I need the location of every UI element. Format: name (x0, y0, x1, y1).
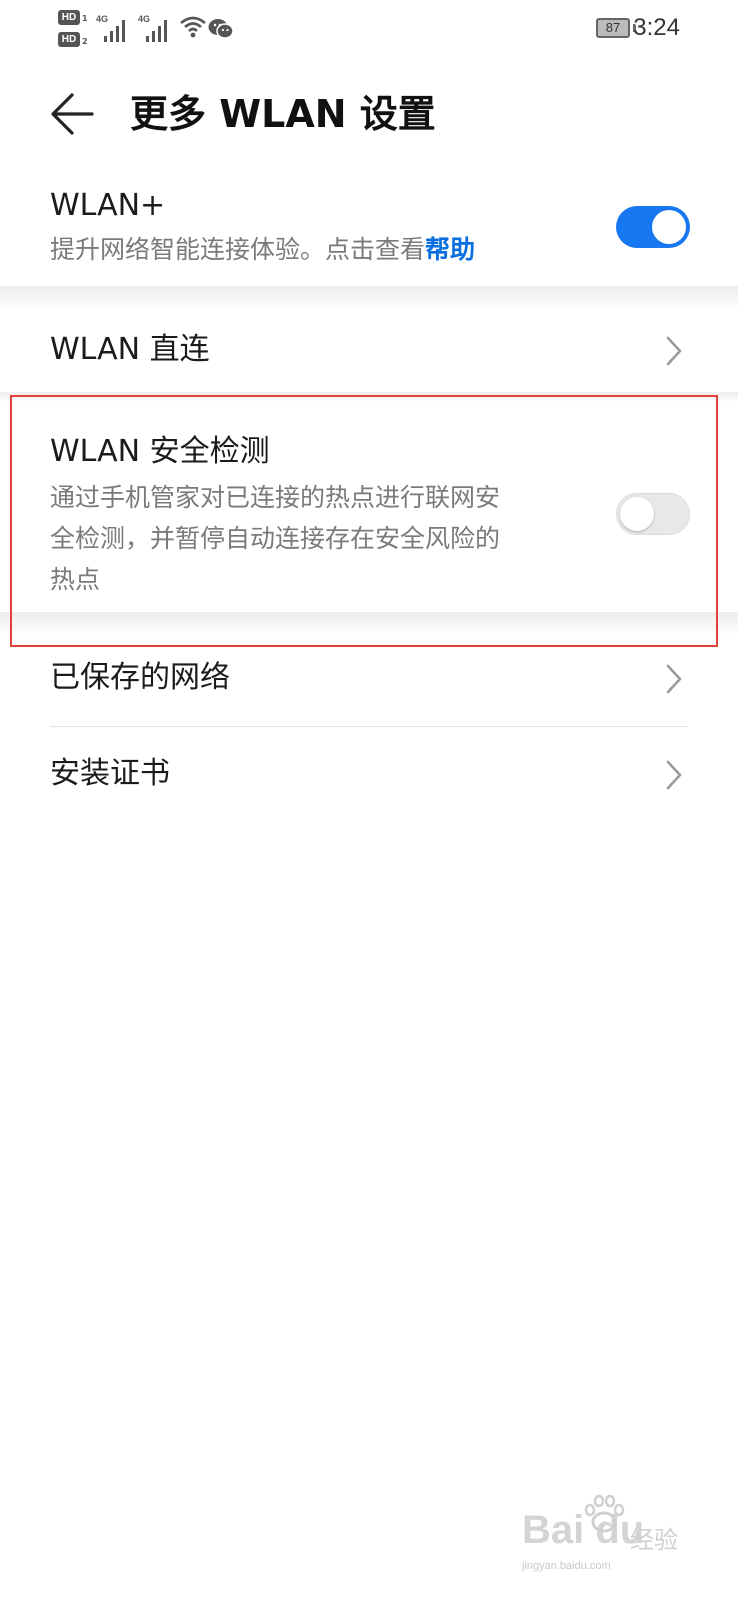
hd1-badge: HD (58, 10, 80, 25)
hd2-badge: HD (58, 32, 80, 47)
wlan-plus-title: WLAN+ (50, 188, 166, 223)
signal-icon (104, 20, 125, 42)
battery-icon: 87 (596, 18, 630, 38)
wlan-direct-title: WLAN 直连 (50, 332, 210, 367)
chevron-right-icon (666, 336, 682, 366)
app-header: 更多 WLAN 设置 (0, 70, 738, 158)
signal-icon (146, 20, 167, 42)
sim2-signal: 4G (138, 14, 174, 46)
wlan-security-title: WLAN 安全检测 (50, 434, 270, 469)
baidu-watermark: Bai du 经验 jingyan.baidu.com (522, 1494, 702, 1584)
hd1-number: 1 (82, 14, 88, 23)
status-bar: HD 1 HD 2 4G 4G 87 3:24 (0, 0, 738, 56)
watermark-url: jingyan.baidu.com (522, 1560, 611, 1572)
screen: HD 1 HD 2 4G 4G 87 3:24 更多 WLAN 设置 WLAN+… (0, 0, 738, 1600)
watermark-text: 经验 (630, 1526, 678, 1554)
row-divider (50, 726, 688, 727)
hd2-number: 2 (82, 37, 88, 46)
chevron-right-icon (666, 760, 682, 790)
chevron-right-icon (666, 664, 682, 694)
wifi-icon (180, 16, 206, 38)
toggle-knob (652, 210, 686, 244)
saved-networks-title: 已保存的网络 (50, 660, 230, 695)
wlan-security-row[interactable]: WLAN 安全检测 通过手机管家对已连接的热点进行联网安 全检测，并暂停自动连接… (0, 410, 738, 610)
wlan-plus-row[interactable]: WLAN+ 提升网络智能连接体验。点击查看帮助 (0, 180, 738, 290)
wlan-plus-subtitle-text: 提升网络智能连接体验。点击查看 (50, 235, 426, 264)
hd-voice-indicator: HD 1 HD 2 (58, 8, 92, 50)
wlan-plus-toggle[interactable] (616, 206, 690, 248)
wlan-security-subtitle-line3: 热点 (50, 565, 101, 594)
page-title: 更多 WLAN 设置 (130, 92, 436, 136)
wechat-icon (208, 19, 234, 39)
wlan-security-toggle[interactable] (616, 493, 690, 535)
wlan-plus-subtitle: 提升网络智能连接体验。点击查看帮助 (50, 230, 475, 270)
wlan-direct-row[interactable]: WLAN 直连 (0, 312, 738, 390)
wlan-security-subtitle-line2: 全检测，并暂停自动连接存在安全风险的 (50, 524, 501, 553)
back-arrow-icon[interactable] (44, 86, 100, 142)
install-cert-title: 安装证书 (50, 756, 170, 791)
paw-icon (584, 1494, 625, 1533)
section-gap (0, 286, 738, 310)
section-gap (0, 392, 738, 402)
help-link[interactable]: 帮助 (425, 235, 475, 264)
sim1-signal: 4G (96, 14, 132, 46)
install-cert-row[interactable]: 安装证书 (0, 728, 738, 820)
section-gap (0, 612, 738, 636)
clock: 3:24 (633, 14, 680, 41)
wlan-security-subtitle-line1: 通过手机管家对已连接的热点进行联网安 (50, 483, 501, 512)
saved-networks-row[interactable]: 已保存的网络 (0, 640, 738, 726)
toggle-knob (620, 497, 654, 531)
